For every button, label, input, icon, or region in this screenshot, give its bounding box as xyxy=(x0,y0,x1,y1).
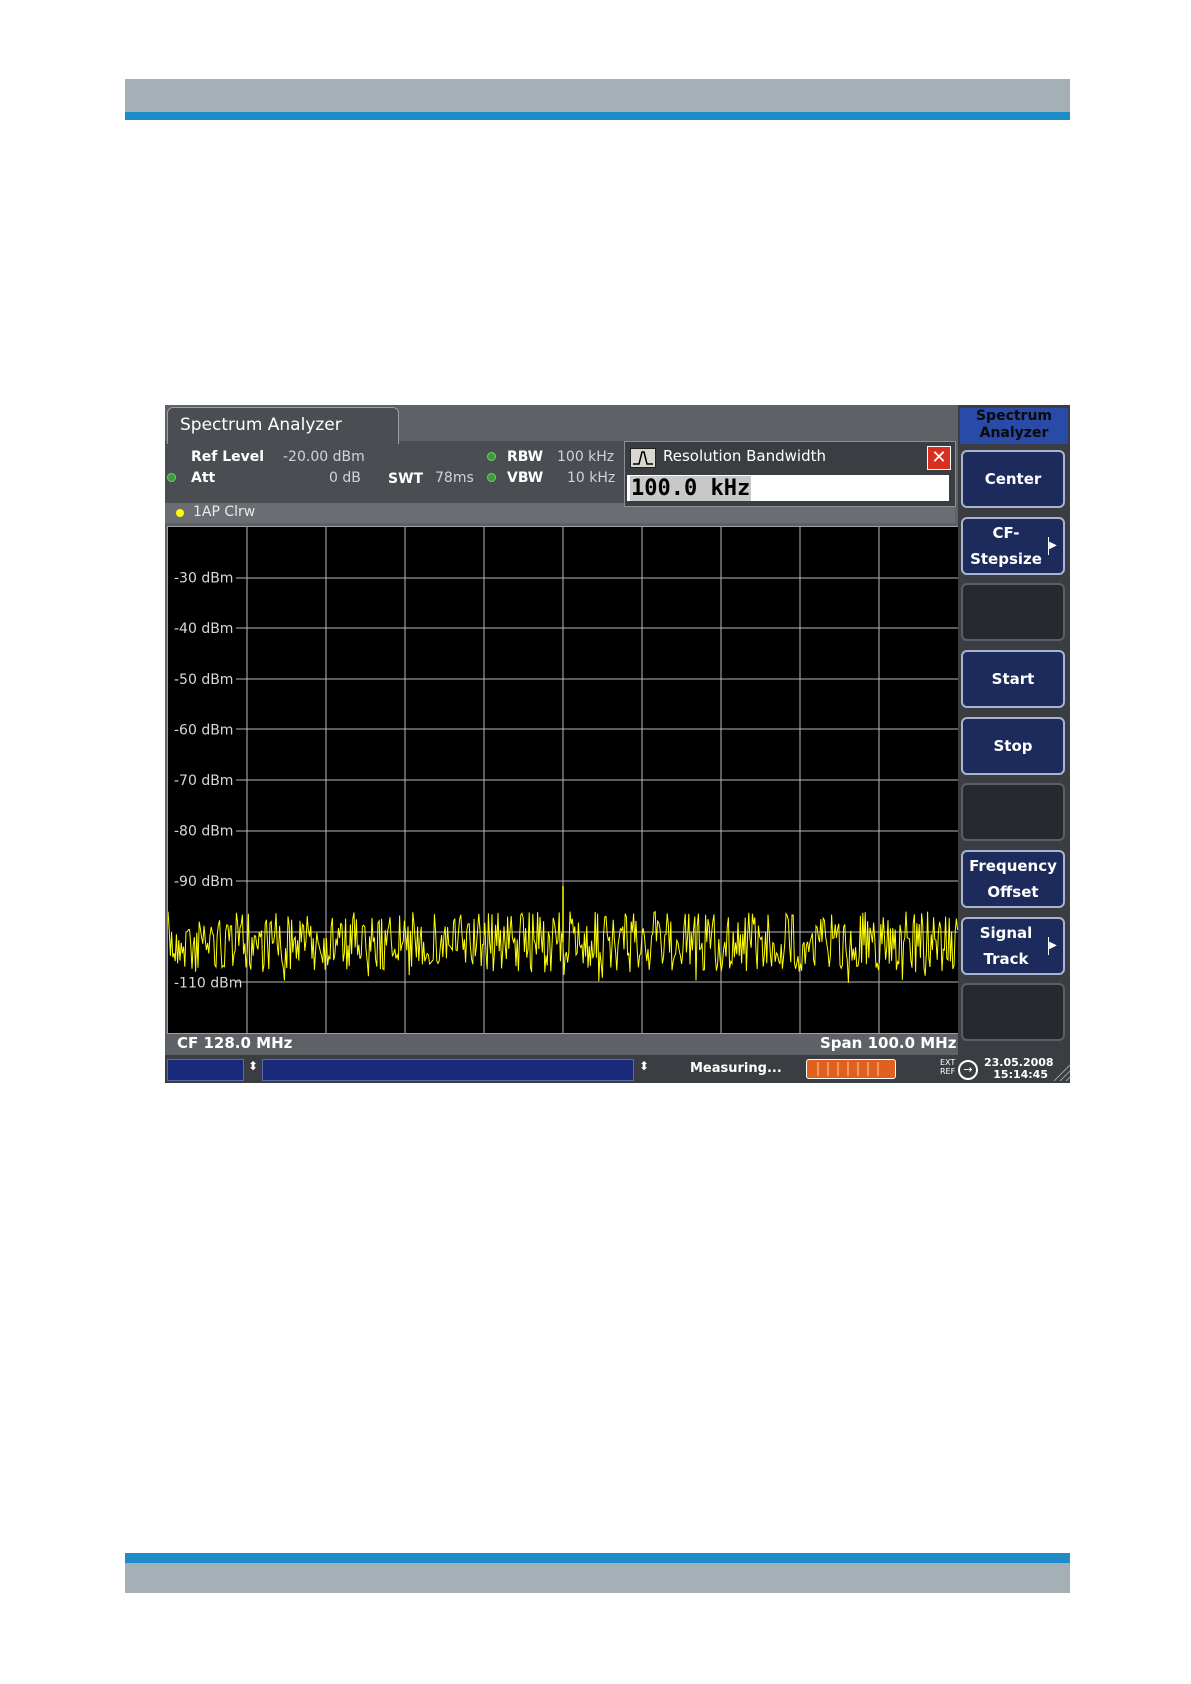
stop-label: Stop xyxy=(993,737,1033,755)
att-label: Att xyxy=(191,470,216,486)
cf-stepsize-label-1: CF- xyxy=(992,524,1020,542)
y-tick-label: -60 dBm xyxy=(174,722,233,738)
signal-track-label-2: Track xyxy=(983,950,1029,968)
swt-value: 78ms xyxy=(435,470,474,486)
vbw-indicator-icon xyxy=(487,473,496,482)
rbw-value-field[interactable]: 100.0 kHz xyxy=(627,475,949,501)
rbw-indicator-icon xyxy=(487,452,496,461)
span-readout: Span 100.0 MHz xyxy=(820,1034,957,1052)
vbw-label: VBW xyxy=(507,470,544,486)
rbw-value: 100 kHz xyxy=(557,449,615,465)
y-tick-label: -80 dBm xyxy=(174,824,233,840)
status-bar: ⬍ ⬍ Measuring... EXT REF → 23.05.2008 15… xyxy=(165,1055,1070,1083)
att-value: 0 dB xyxy=(329,470,361,486)
empty-softkey[interactable] xyxy=(961,583,1065,641)
cf-stepsize-label-2: Stepsize xyxy=(970,550,1042,568)
updown-arrow-icon[interactable]: ⬍ xyxy=(639,1059,649,1073)
empty-softkey[interactable] xyxy=(961,783,1065,841)
signal-track-button[interactable]: Signal Track ▶ xyxy=(961,917,1065,975)
ext-ref-icon: → xyxy=(958,1060,978,1080)
stop-button[interactable]: Stop xyxy=(961,717,1065,775)
y-tick-label: -70 dBm xyxy=(174,773,233,789)
ext-label: EXT xyxy=(940,1058,956,1067)
rbw-dialog: Resolution Bandwidth ✕ 100.0 kHz xyxy=(624,441,956,507)
submenu-arrow-icon: ▶ xyxy=(1048,537,1057,555)
rbw-label: RBW xyxy=(507,449,544,465)
ext-ref-indicator: EXT REF xyxy=(940,1058,955,1076)
center-frequency: CF 128.0 MHz xyxy=(177,1034,293,1052)
ref-label: REF xyxy=(940,1067,956,1076)
y-tick-label: -110 dBm xyxy=(174,975,242,991)
freq-offset-label-2: Offset xyxy=(987,883,1039,901)
footer-band xyxy=(125,1553,1070,1593)
y-tick-label: -90 dBm xyxy=(174,874,233,890)
dialog-title: Resolution Bandwidth xyxy=(663,447,827,465)
softkey-title-line1: Spectrum xyxy=(975,408,1053,424)
measuring-status: Measuring... xyxy=(690,1061,782,1076)
softkey-title-line2: Analyzer xyxy=(979,425,1049,441)
rbw-input-value: 100.0 kHz xyxy=(630,476,752,501)
status-select-2[interactable] xyxy=(262,1059,634,1081)
spectrum-plot: -30 dBm -40 dBm -50 dBm -60 dBm -70 dBm -80 d… xyxy=(167,526,959,1034)
frequency-offset-button[interactable]: Frequency Offset xyxy=(961,850,1065,908)
y-tick-label: -50 dBm xyxy=(174,672,233,688)
header-band xyxy=(125,79,1070,120)
updown-arrow-icon[interactable]: ⬍ xyxy=(248,1059,258,1073)
filter-shape-icon xyxy=(630,448,656,468)
swt-label: SWT xyxy=(388,471,424,487)
vbw-value: 10 kHz xyxy=(567,470,616,486)
progress-bar xyxy=(806,1059,896,1079)
tab-spectrum-analyzer[interactable]: Spectrum Analyzer xyxy=(167,407,399,444)
tab-title: Spectrum Analyzer xyxy=(180,415,342,435)
time: 15:14:45 xyxy=(993,1068,1048,1081)
ref-level-value: -20.00 dBm xyxy=(283,449,365,465)
center-label: Center xyxy=(984,470,1042,488)
signal-track-label-1: Signal xyxy=(979,924,1033,942)
att-indicator-icon xyxy=(167,473,176,482)
empty-softkey[interactable] xyxy=(961,983,1065,1041)
trace-label: 1AP Clrw xyxy=(193,504,256,520)
softkey-panel: Spectrum Analyzer Center CF- Stepsize ▶ … xyxy=(958,405,1070,1055)
center-button[interactable]: Center xyxy=(961,450,1065,508)
start-label: Start xyxy=(991,670,1035,688)
status-select-1[interactable] xyxy=(167,1059,244,1081)
close-icon[interactable]: ✕ xyxy=(927,446,951,470)
analyzer-screen: Ref Level -20.00 dBm Att 0 dB SWT 78ms R… xyxy=(165,405,1070,1083)
cf-stepsize-button[interactable]: CF- Stepsize ▶ xyxy=(961,517,1065,575)
freq-offset-label-1: Frequency xyxy=(969,857,1057,875)
y-tick-label: -30 dBm xyxy=(174,571,233,587)
softkey-menu-title: Spectrum Analyzer xyxy=(960,408,1068,444)
resize-grip-icon xyxy=(1053,1064,1070,1081)
submenu-arrow-icon: ▶ xyxy=(1048,937,1057,955)
trace-indicator-icon xyxy=(176,509,184,517)
date-time: 23.05.2008 15:14:45 xyxy=(984,1057,1054,1081)
y-tick-label: -40 dBm xyxy=(174,621,233,637)
ref-level-label: Ref Level xyxy=(191,449,265,465)
start-button[interactable]: Start xyxy=(961,650,1065,708)
spectrum-graph: -30 dBm -40 dBm -50 dBm -60 dBm -70 dBm -80 d… xyxy=(167,527,959,1033)
